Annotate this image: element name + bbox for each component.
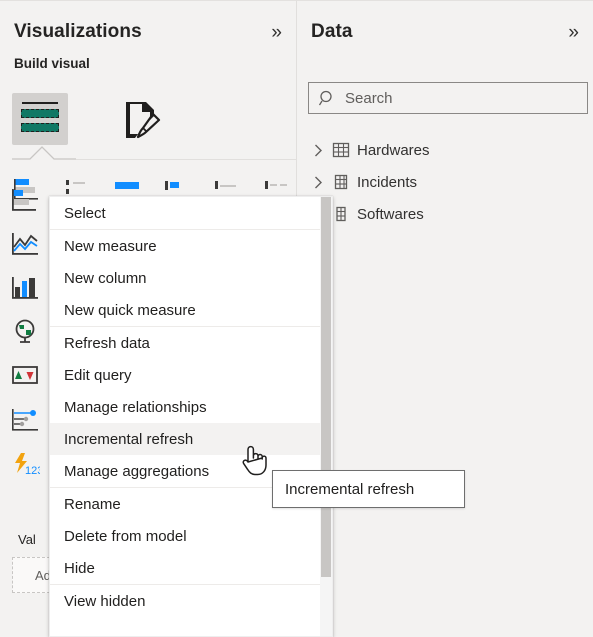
selected-tab-caret — [12, 146, 76, 160]
chevron-right-icon[interactable] — [311, 143, 325, 157]
tab-build-visual[interactable] — [12, 93, 68, 145]
context-menu-scrollbar[interactable] — [320, 197, 332, 636]
menu-item-new-quick-measure[interactable]: New quick measure — [50, 294, 332, 326]
context-menu-list: Select New measure New column New quick mea… — [50, 197, 332, 617]
page-title: Visualizations — [14, 21, 142, 42]
menu-item-incremental-refresh[interactable]: Incremental refresh — [50, 423, 332, 455]
tree-item-label: Softwares — [357, 205, 424, 223]
tab-format-visual[interactable] — [114, 93, 170, 145]
menu-item-edit-query[interactable]: Edit query — [50, 359, 332, 391]
menu-item-new-column[interactable]: New column — [50, 262, 332, 294]
tooltip: Incremental refresh — [272, 470, 465, 508]
chevron-double-right-icon[interactable]: » — [269, 23, 284, 42]
tree-item-label: Hardwares — [357, 141, 430, 159]
data-tables-tree: Hardwares Incidents Softwares — [307, 134, 587, 230]
tree-item-label: Incidents — [357, 173, 418, 191]
tooltip-text: Incremental refresh — [285, 480, 415, 498]
paintbrush-page-icon — [126, 102, 161, 139]
python-visual-icon[interactable]: 123 — [12, 451, 40, 477]
kpi-icon[interactable] — [12, 363, 40, 389]
tree-item-incidents[interactable]: Incidents — [307, 166, 587, 198]
column-chart-icon[interactable] — [12, 275, 40, 301]
line-chart-icon[interactable] — [12, 231, 40, 257]
data-pane: Data » Search Hardwares Incidents Softwa… — [296, 0, 593, 637]
chevron-double-right-icon[interactable]: » — [566, 23, 581, 42]
tree-item-softwares[interactable]: Softwares — [307, 198, 587, 230]
svg-text:123: 123 — [25, 465, 40, 477]
decomposition-tree-icon[interactable] — [12, 407, 40, 433]
power-bi-panes: Visualizations » Build visual 12 Val Ad … — [0, 0, 593, 637]
tabs-divider — [76, 159, 296, 160]
table-grid-icon — [332, 205, 350, 223]
table-grid-icon — [332, 173, 350, 191]
chevron-right-icon[interactable] — [311, 175, 325, 189]
menu-item-view-hidden[interactable]: View hidden — [50, 585, 332, 617]
menu-item-manage-relationships[interactable]: Manage relationships — [50, 391, 332, 423]
menu-item-new-measure[interactable]: New measure — [50, 230, 332, 262]
search-icon — [319, 90, 332, 105]
menu-item-delete-from-model[interactable]: Delete from model — [50, 520, 332, 552]
map-globe-icon[interactable] — [12, 319, 40, 345]
fields-table-icon — [20, 102, 60, 136]
context-menu: Select New measure New column New quick mea… — [49, 196, 333, 637]
visualizations-header: Visualizations » — [14, 17, 284, 47]
scrollbar-thumb[interactable] — [321, 197, 331, 577]
data-header: Data » — [311, 17, 581, 47]
visual-gallery-column: 123 — [12, 187, 40, 477]
values-well-label: Val — [18, 532, 36, 547]
menu-item-hide[interactable]: Hide — [50, 552, 332, 584]
visual-pane-tabs — [12, 93, 170, 145]
build-visual-label: Build visual — [14, 56, 90, 71]
menu-item-select[interactable]: Select — [50, 197, 332, 229]
search-input[interactable]: Search — [308, 82, 588, 114]
tree-item-hardwares[interactable]: Hardwares — [307, 134, 587, 166]
menu-item-refresh-data[interactable]: Refresh data — [50, 327, 332, 359]
data-pane-title: Data — [311, 21, 353, 42]
ribbon-chart-icon[interactable] — [12, 187, 40, 213]
search-placeholder: Search — [345, 89, 393, 107]
table-grid-icon — [332, 141, 350, 159]
